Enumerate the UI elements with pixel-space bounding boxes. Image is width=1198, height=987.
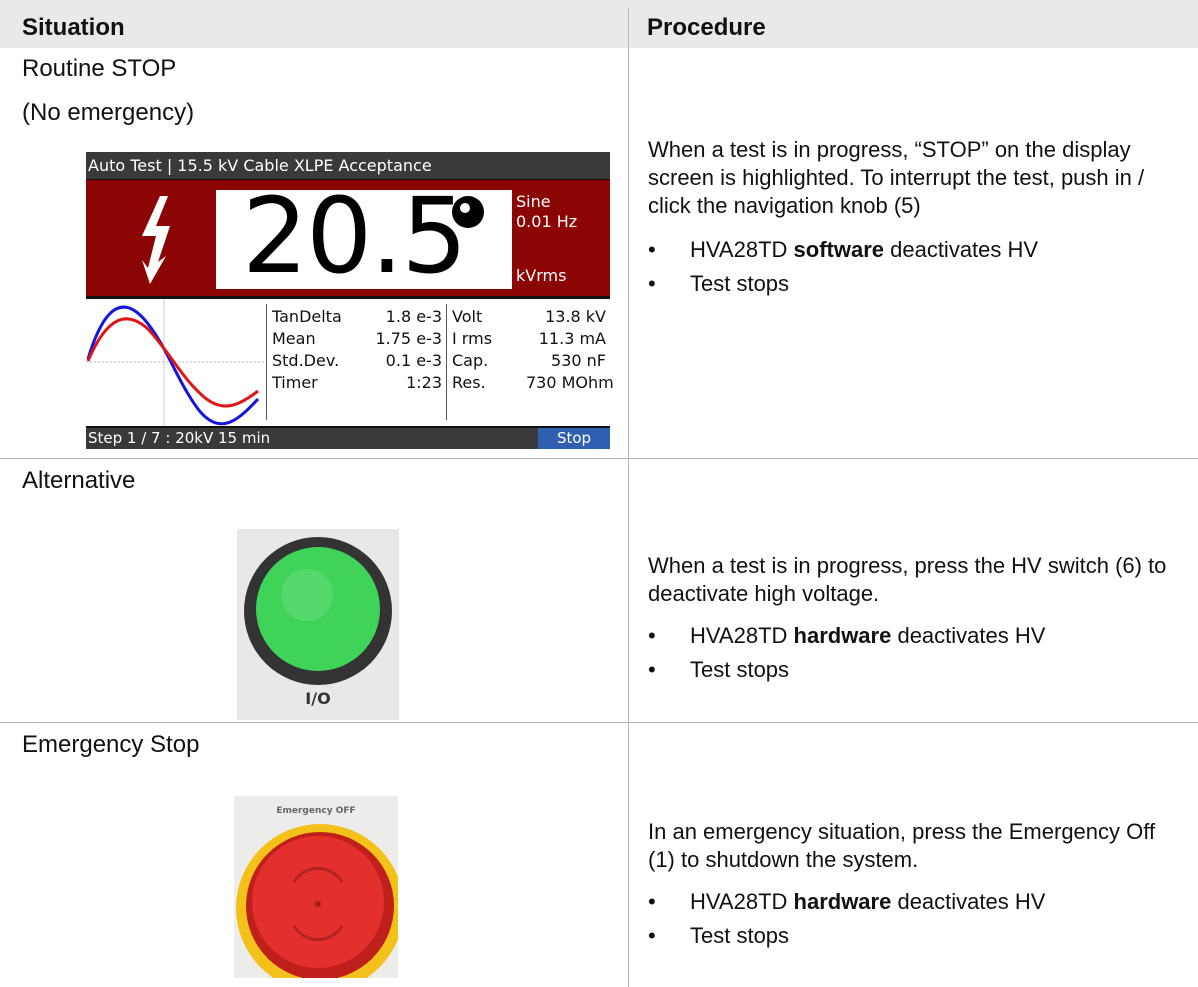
stop-button[interactable]: Stop [538, 428, 610, 449]
lightning-bolt-icon [142, 196, 170, 284]
header-situation: Situation [22, 14, 125, 41]
reading-value: 11.3 mA [538, 329, 606, 348]
procedure-text: When a test is in progress, press the HV… [648, 553, 1167, 606]
reading-label: TanDelta [272, 307, 342, 326]
column-divider [628, 722, 629, 987]
reading-label: Volt [452, 307, 483, 326]
reading-label: Cap. [452, 351, 489, 370]
column-divider [628, 458, 629, 722]
voltage-value: 20.5 [242, 175, 468, 297]
reading-value: 1.8 e-3 [385, 307, 442, 326]
reading-value: 1.75 e-3 [375, 329, 442, 348]
procedure-text: When a test is in progress, “STOP” on th… [648, 137, 1145, 218]
reading-value: 530 nF [551, 351, 606, 370]
status-indicator-icon [452, 196, 484, 228]
reading-label: Mean [272, 329, 316, 348]
procedure-text: In an emergency situation, press the Eme… [648, 819, 1156, 872]
hv-switch-label: I/O [305, 689, 331, 708]
row-divider [0, 722, 1198, 723]
waveform-plot [86, 299, 266, 426]
reading-value: 13.8 kV [545, 307, 606, 326]
reading-label: Res. [452, 373, 486, 392]
hv-switch-photo: I/O [237, 529, 399, 720]
situation-subtitle: (No emergency) [22, 99, 195, 126]
reading-value: 730 MOhm [526, 373, 614, 392]
column-divider [628, 8, 629, 458]
status-bar: Step 1 / 7 : 20kV 15 min [86, 428, 610, 449]
situation-title: Alternative [22, 467, 136, 494]
emergency-button-label: Emergency OFF [276, 806, 356, 816]
emergency-button-photo: Emergency OFF [234, 796, 398, 978]
readings-divider [266, 304, 267, 420]
unit-label: kVrms [516, 266, 567, 285]
reading-label: Timer [272, 373, 318, 392]
readings-divider [446, 304, 447, 420]
frequency-label: 0.01 Hz [516, 212, 578, 231]
situation-title: Emergency Stop [22, 731, 200, 758]
reading-value: 1:23 [406, 373, 442, 392]
reading-value: 0.1 e-3 [385, 351, 442, 370]
header-procedure: Procedure [647, 14, 766, 41]
table-header: Situation Procedure [0, 0, 1198, 48]
waveform-label: Sine [516, 192, 551, 211]
instrument-display: Auto Test | 15.5 kV Cable XLPE Acceptanc… [86, 152, 614, 449]
reading-label: I rms [452, 329, 493, 348]
situation-title: Routine STOP [22, 55, 177, 82]
reading-label: Std.Dev. [272, 351, 340, 370]
row-divider [0, 458, 1198, 459]
